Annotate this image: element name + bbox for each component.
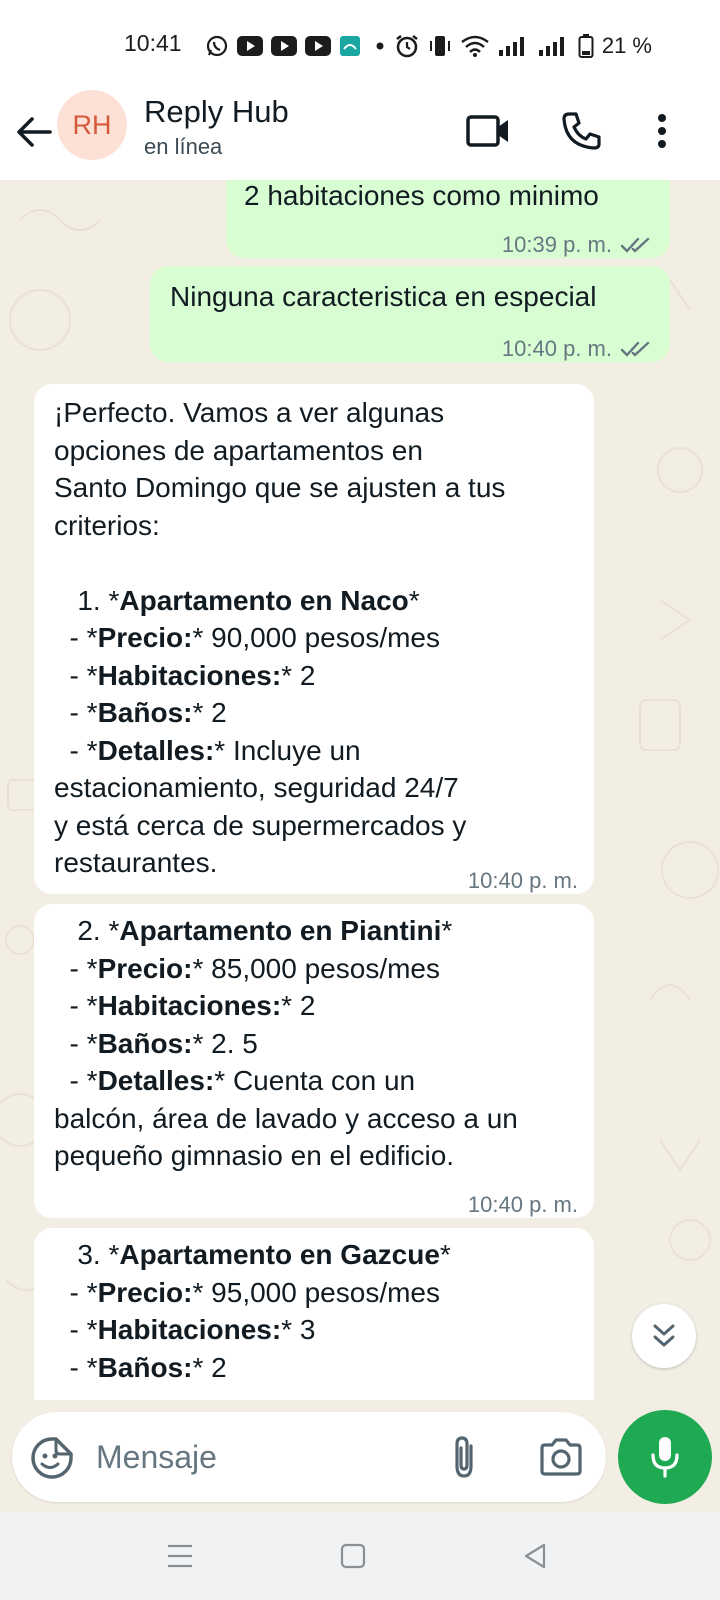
status-time: 10:41 (124, 30, 182, 56)
message-time: 10:40 p. m. (467, 1192, 578, 1217)
paperclip-icon (455, 1436, 473, 1478)
sticker-button[interactable] (30, 1436, 74, 1480)
system-navigation-bar (0, 1512, 720, 1600)
message-meta: 10:39 p. m. (502, 226, 654, 264)
listing-rooms: - *Habitaciones:* 2 (54, 659, 316, 691)
message-text: 2. *Apartamento en Piantini* - *Precio:*… (54, 912, 518, 1175)
incoming-message[interactable]: 2. *Apartamento en Piantini* - *Precio:*… (34, 904, 594, 1218)
square-icon (340, 1543, 366, 1569)
signal-icon (538, 35, 570, 57)
triangle-back-icon (524, 1543, 546, 1569)
listing-details: - *Detalles:* Incluye un (54, 734, 361, 766)
listing-title: 3. *Apartamento en Gazcue* (54, 1239, 451, 1270)
message-time: 10:40 p. m. (501, 336, 612, 361)
listing-title: 2. *Apartamento en Piantini* (54, 915, 453, 946)
camera-icon (540, 1438, 582, 1476)
voice-message-button[interactable] (618, 1410, 712, 1504)
more-vertical-icon (658, 114, 666, 148)
arrow-left-icon (17, 117, 52, 147)
contact-name[interactable]: Reply Hub (144, 94, 289, 130)
outgoing-message[interactable]: Ninguna caracteristica en especial 10:40… (150, 266, 670, 362)
whatsapp-icon (205, 34, 229, 58)
listing-title: 1. *Apartamento en Naco* (54, 584, 420, 616)
listing-rooms: - *Habitaciones:* 3 (54, 1314, 316, 1345)
message-time: 10:39 p. m. (501, 232, 612, 257)
alarm-icon (394, 33, 420, 59)
vibrate-icon (428, 33, 452, 59)
home-button[interactable] (340, 1538, 366, 1574)
message-input[interactable] (96, 1432, 426, 1482)
message-meta: 10:40 p. m. (502, 330, 654, 368)
listing-rooms: - *Habitaciones:* 2 (54, 990, 316, 1021)
message-text: Ninguna caracteristica en especial (170, 281, 597, 312)
listing-baths: - *Baños:* 2 (54, 1351, 227, 1383)
attach-button[interactable] (444, 1434, 484, 1480)
more-options-button[interactable] (652, 108, 672, 154)
message-composer (12, 1412, 606, 1502)
avatar[interactable]: RH (57, 90, 127, 160)
composer-bar (0, 1400, 720, 1512)
battery-percentage: 21 % (601, 33, 652, 58)
signal-icon (498, 35, 530, 57)
incoming-message[interactable]: 3. *Apartamento en Gazcue* - *Precio:* 9… (34, 1228, 594, 1400)
message-time: 10:40 p. m. (467, 868, 578, 893)
chat-header: RH Reply Hub en línea (0, 90, 720, 180)
double-check-icon (620, 341, 650, 357)
youtube-icon (237, 36, 263, 56)
menu-lines-icon (168, 1544, 192, 1568)
battery-icon (578, 33, 594, 59)
listing-price: - *Precio:* 95,000 pesos/mes (54, 1276, 440, 1308)
listing-baths: - *Baños:* 2. 5 (54, 1027, 258, 1059)
listing-baths: - *Baños:* 2 (54, 697, 227, 728)
chat-area[interactable]: 2 habitaciones como minimo 10:39 p. m. N… (0, 180, 720, 1400)
scroll-to-bottom-button[interactable] (632, 1304, 696, 1368)
phone-icon (562, 112, 601, 150)
camera-button[interactable] (538, 1436, 584, 1478)
app-icon (339, 35, 361, 57)
outgoing-message[interactable]: 2 habitaciones como minimo 10:39 p. m. (226, 180, 670, 258)
status-bar: 10:41 21 % (0, 0, 720, 90)
video-call-button[interactable] (466, 108, 510, 154)
incoming-message[interactable]: ¡Perfecto. Vamos a ver algunas opciones … (34, 384, 594, 894)
youtube-icon (305, 36, 331, 56)
notification-icons (205, 32, 391, 60)
microphone-icon (651, 1437, 679, 1478)
back-button[interactable] (14, 110, 54, 154)
contact-status: en línea (144, 134, 223, 159)
sticker-icon (31, 1437, 73, 1479)
video-camera-icon (466, 115, 508, 147)
message-text: 2 habitaciones como minimo (244, 180, 599, 211)
message-text: ¡Perfecto. Vamos a ver algunas opciones … (54, 397, 506, 878)
recents-button[interactable] (166, 1538, 194, 1574)
listing-price: - *Precio:* 85,000 pesos/mes (54, 952, 440, 984)
wifi-icon (460, 34, 490, 58)
double-chevron-down-icon (653, 1324, 675, 1347)
listing-price: - *Precio:* 90,000 pesos/mes (54, 622, 440, 653)
voice-call-button[interactable] (560, 108, 602, 154)
back-nav-button[interactable] (522, 1538, 548, 1574)
message-text: 3. *Apartamento en Gazcue* - *Precio:* 9… (54, 1236, 451, 1386)
youtube-icon (271, 36, 297, 56)
double-check-icon (620, 237, 650, 253)
dot-icon (369, 35, 391, 57)
system-icons: 21 % (394, 32, 652, 60)
listing-details: - *Detalles:* Cuenta con un (54, 1065, 416, 1096)
